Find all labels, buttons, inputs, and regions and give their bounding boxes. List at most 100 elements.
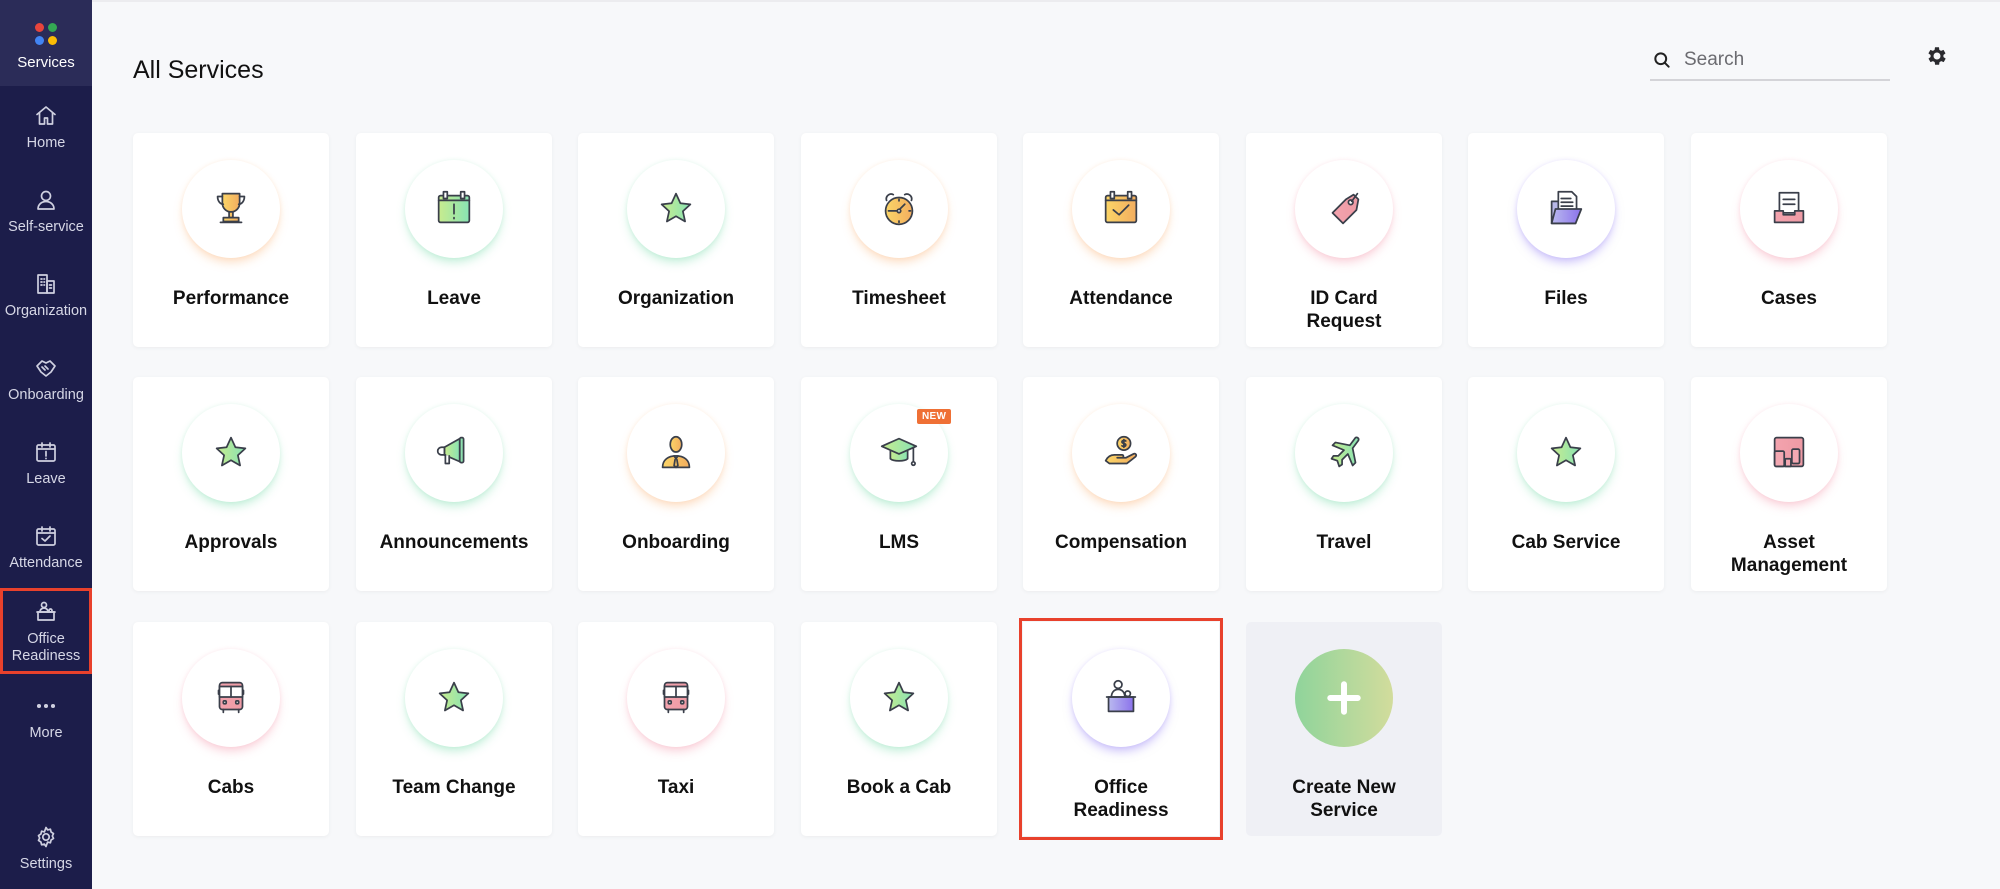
calendar-check-icon <box>1104 190 1138 224</box>
airplane-icon <box>1330 436 1360 468</box>
sidebar-item-organization[interactable]: Organization <box>0 270 92 320</box>
employee-icon <box>661 435 691 469</box>
trophy-icon <box>216 192 246 224</box>
user-icon <box>32 186 60 214</box>
top-border <box>92 0 2000 2</box>
service-label: Onboarding <box>622 532 730 553</box>
search-box[interactable] <box>1650 40 1890 81</box>
megaphone-icon <box>436 436 465 465</box>
search-icon <box>1654 51 1670 68</box>
service-card-announcements[interactable]: Announcements <box>356 377 552 591</box>
sidebar-item-label: Office Readiness <box>11 631 81 664</box>
service-label: Announcements <box>379 532 529 553</box>
service-card-asset-management[interactable]: Asset Management <box>1691 377 1887 591</box>
sidebar-item-onboarding[interactable]: Onboarding <box>0 354 92 404</box>
sidebar-item-label: Attendance <box>9 555 83 571</box>
service-card-cabs[interactable]: Cabs <box>133 622 329 836</box>
service-label: Create New Service <box>1292 777 1396 821</box>
service-card-attendance[interactable]: Attendance <box>1023 133 1219 347</box>
service-card-id-card-request[interactable]: ID Card Request <box>1246 133 1442 347</box>
sidebar-item-self-service[interactable]: Self-service <box>0 186 92 236</box>
service-label: Compensation <box>1055 532 1187 553</box>
sidebar-item-services[interactable]: Services <box>0 0 92 86</box>
star-icon <box>215 436 247 467</box>
service-card-timesheet[interactable]: Timesheet <box>801 133 997 347</box>
service-label: Attendance <box>1069 288 1173 309</box>
service-card-cab-service[interactable]: Cab Service <box>1468 377 1664 591</box>
reception-desk-icon <box>32 598 60 626</box>
building-icon <box>32 270 60 298</box>
sidebar-item-home[interactable]: Home <box>0 102 92 152</box>
bus-icon <box>217 681 245 714</box>
services-dot <box>48 36 57 45</box>
service-card-book-a-cab[interactable]: Book a Cab <box>801 622 997 836</box>
service-label: Cases <box>1761 288 1817 309</box>
service-card-office-readiness[interactable]: Office Readiness <box>1019 618 1223 840</box>
sidebar: Services Home Self-service Organization Onbo… <box>0 0 92 889</box>
service-label: Files <box>1544 288 1588 309</box>
devices-icon <box>1773 436 1805 468</box>
star-icon <box>438 681 470 712</box>
service-label: Approvals <box>184 532 278 553</box>
service-icon-circle <box>850 160 948 258</box>
calendar-check-icon <box>32 522 60 550</box>
service-icon-circle <box>1295 160 1393 258</box>
services-dots-icon <box>34 22 58 46</box>
service-label: Travel <box>1316 532 1372 553</box>
service-label: Team Change <box>392 777 516 798</box>
inbox-tray-icon <box>1773 191 1805 224</box>
sidebar-item-label: Settings <box>19 856 73 872</box>
create-new-service-button[interactable]: Create New Service <box>1246 622 1442 836</box>
handshake-icon <box>32 354 60 382</box>
service-icon-circle <box>1740 160 1838 258</box>
service-icon-circle <box>627 649 725 747</box>
service-card-travel[interactable]: Travel <box>1246 377 1442 591</box>
sidebar-item-leave[interactable]: Leave <box>0 438 92 488</box>
services-dot <box>35 36 44 45</box>
service-card-taxi[interactable]: Taxi <box>578 622 774 836</box>
sidebar-item-attendance[interactable]: Attendance <box>0 522 92 572</box>
service-icon-circle <box>405 404 503 502</box>
sidebar-item-label: Organization <box>4 303 88 319</box>
service-icon-circle <box>1295 404 1393 502</box>
service-card-organization[interactable]: Organization <box>578 133 774 347</box>
service-label: Leave <box>427 288 481 309</box>
service-card-performance[interactable]: Performance <box>133 133 329 347</box>
services-dot <box>48 23 57 32</box>
service-icon-circle <box>182 649 280 747</box>
reception-desk-icon <box>1105 679 1137 713</box>
service-icon-circle <box>1517 160 1615 258</box>
service-label: Book a Cab <box>846 777 952 798</box>
tag-icon <box>1331 192 1360 225</box>
service-card-approvals[interactable]: Approvals <box>133 377 329 591</box>
settings-gear-button[interactable] <box>1925 44 1949 68</box>
alarm-clock-icon <box>884 193 914 226</box>
search-input[interactable] <box>1684 48 1874 71</box>
graduation-cap-icon <box>880 437 918 467</box>
service-card-team-change[interactable]: Team Change <box>356 622 552 836</box>
sidebar-item-office-readiness[interactable]: Office Readiness <box>0 588 92 674</box>
service-card-compensation[interactable]: Compensation <box>1023 377 1219 591</box>
service-card-cases[interactable]: Cases <box>1691 133 1887 347</box>
service-card-leave[interactable]: Leave <box>356 133 552 347</box>
service-label: Asset Management <box>1730 532 1848 576</box>
calendar-alert-icon <box>32 438 60 466</box>
gear-icon <box>32 823 60 851</box>
service-icon-circle <box>1740 404 1838 502</box>
services-dot <box>35 23 44 32</box>
service-card-files[interactable]: Files <box>1468 133 1664 347</box>
service-icon-circle <box>1295 649 1393 747</box>
service-card-lms[interactable]: NEW LMS <box>801 377 997 591</box>
sidebar-item-label: Services <box>17 54 75 71</box>
calendar-alert-icon <box>437 190 471 224</box>
service-card-onboarding[interactable]: Onboarding <box>578 377 774 591</box>
sidebar-item-settings[interactable]: Settings <box>0 823 92 873</box>
sidebar-item-more[interactable]: More <box>0 692 92 742</box>
service-icon-circle <box>627 404 725 502</box>
service-label: Organization <box>617 288 735 309</box>
star-icon <box>660 192 692 223</box>
hand-coin-icon <box>1104 435 1138 465</box>
service-icon-circle <box>1072 404 1170 502</box>
service-icon-circle <box>850 649 948 747</box>
star-icon <box>1550 436 1582 467</box>
